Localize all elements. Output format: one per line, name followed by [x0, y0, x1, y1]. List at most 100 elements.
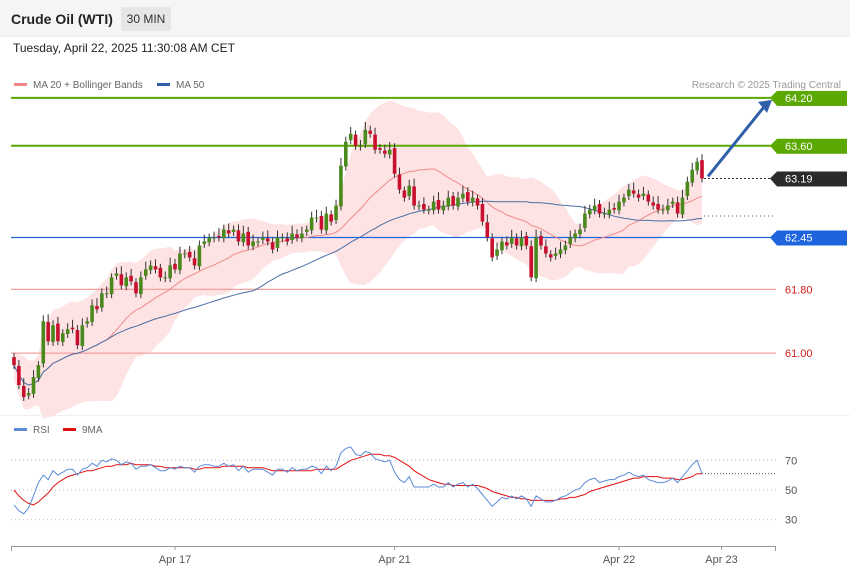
candle-body	[56, 323, 60, 342]
candle-body	[358, 145, 363, 147]
candle-body	[168, 265, 172, 279]
candle-body	[426, 209, 431, 211]
candle-body	[617, 201, 621, 211]
candle-body	[344, 141, 348, 167]
candle-body	[285, 238, 290, 242]
candle-body	[383, 150, 387, 154]
candle-body	[417, 205, 421, 207]
candle-body	[422, 204, 426, 210]
candle	[41, 315, 46, 368]
candle-body	[397, 174, 402, 190]
candle-body	[378, 148, 382, 150]
pivot-tag-pointer	[770, 230, 777, 246]
candle-body	[314, 217, 319, 219]
candle-body	[70, 327, 75, 330]
candle-body	[148, 265, 153, 271]
candle-body	[80, 325, 85, 346]
resistance-tag-pointer	[770, 138, 777, 154]
candle	[197, 240, 202, 271]
candle-body	[114, 273, 119, 276]
candle	[344, 136, 348, 171]
candle-body	[680, 197, 685, 215]
candle-body	[139, 277, 143, 295]
rsi-9ma-line	[13, 453, 702, 506]
candle-body	[412, 186, 416, 206]
candle	[534, 229, 538, 283]
candle-body	[509, 237, 514, 244]
candle-body	[480, 204, 485, 222]
candle-body	[334, 205, 338, 220]
candle-body	[36, 365, 41, 378]
candle	[324, 206, 329, 235]
candle-body	[529, 246, 534, 278]
candle-body	[85, 321, 89, 324]
candle-body	[583, 213, 587, 228]
candle-body	[553, 253, 558, 256]
candle-body	[622, 197, 626, 203]
candle-body	[670, 201, 675, 204]
candle-body	[534, 237, 538, 279]
candle-body	[46, 322, 50, 342]
candle-body	[485, 222, 490, 238]
candle-body	[65, 329, 70, 335]
candle-body	[431, 201, 436, 211]
candle-body	[109, 277, 114, 295]
candle-body	[627, 189, 631, 197]
candle-body	[690, 169, 695, 183]
rsi-tick-label: 70	[785, 455, 797, 467]
candle-body	[573, 233, 577, 239]
x-tick-label: Apr 21	[378, 554, 410, 566]
candle-body	[407, 185, 412, 197]
resistance-label: 64.20	[785, 93, 813, 105]
candle-body	[226, 230, 231, 234]
candle-body	[41, 321, 46, 364]
last-price-tag-pointer	[770, 171, 777, 187]
candle-body	[119, 274, 124, 286]
rsi-line	[13, 446, 703, 515]
candle-body	[524, 235, 529, 246]
pivot-label: 62.45	[785, 233, 813, 245]
candle-body	[256, 241, 260, 243]
candle-body	[465, 192, 470, 202]
candle-body	[339, 165, 343, 207]
candle-body	[514, 238, 519, 246]
candle-body	[95, 306, 99, 310]
candle-body	[31, 377, 36, 394]
candle-body	[319, 215, 324, 230]
candle-body	[241, 233, 246, 243]
candle-body	[158, 267, 163, 278]
candle-body	[490, 238, 494, 258]
candle-body	[368, 130, 372, 134]
candle-body	[134, 282, 138, 294]
bollinger-band-area	[14, 100, 702, 420]
candle-body	[348, 133, 353, 141]
x-axis: Apr 17 Apr 21 Apr 22 Apr 23	[11, 546, 776, 566]
candle-body	[192, 258, 197, 266]
candle-body	[202, 241, 207, 244]
candle-body	[104, 293, 109, 295]
candle	[392, 143, 397, 178]
candle-body	[75, 330, 80, 346]
candle-body	[558, 249, 563, 255]
resistance-label: 63.60	[785, 141, 813, 153]
candle-body	[182, 253, 187, 255]
candle-body	[451, 196, 455, 206]
candle-body	[222, 229, 226, 239]
candle-body	[392, 148, 397, 174]
candle-body	[646, 194, 651, 202]
candle-body	[666, 205, 670, 211]
candle-body	[21, 385, 26, 398]
last-price-label: 63.19	[785, 173, 813, 185]
candle-body	[212, 237, 216, 239]
candle-body	[60, 333, 65, 342]
candle-body	[641, 193, 646, 197]
candle-body	[446, 197, 451, 207]
candle-body	[265, 238, 270, 242]
candle-body	[470, 197, 475, 203]
candle-body	[456, 197, 460, 207]
candle-body	[187, 251, 192, 258]
price-chart: 64.20 63.60 63.19 62.45 61.80 61.00 70 50 30 Ap…	[0, 90, 850, 566]
candle-body	[143, 269, 148, 276]
candle-body	[700, 160, 704, 179]
candle-body	[261, 237, 265, 240]
